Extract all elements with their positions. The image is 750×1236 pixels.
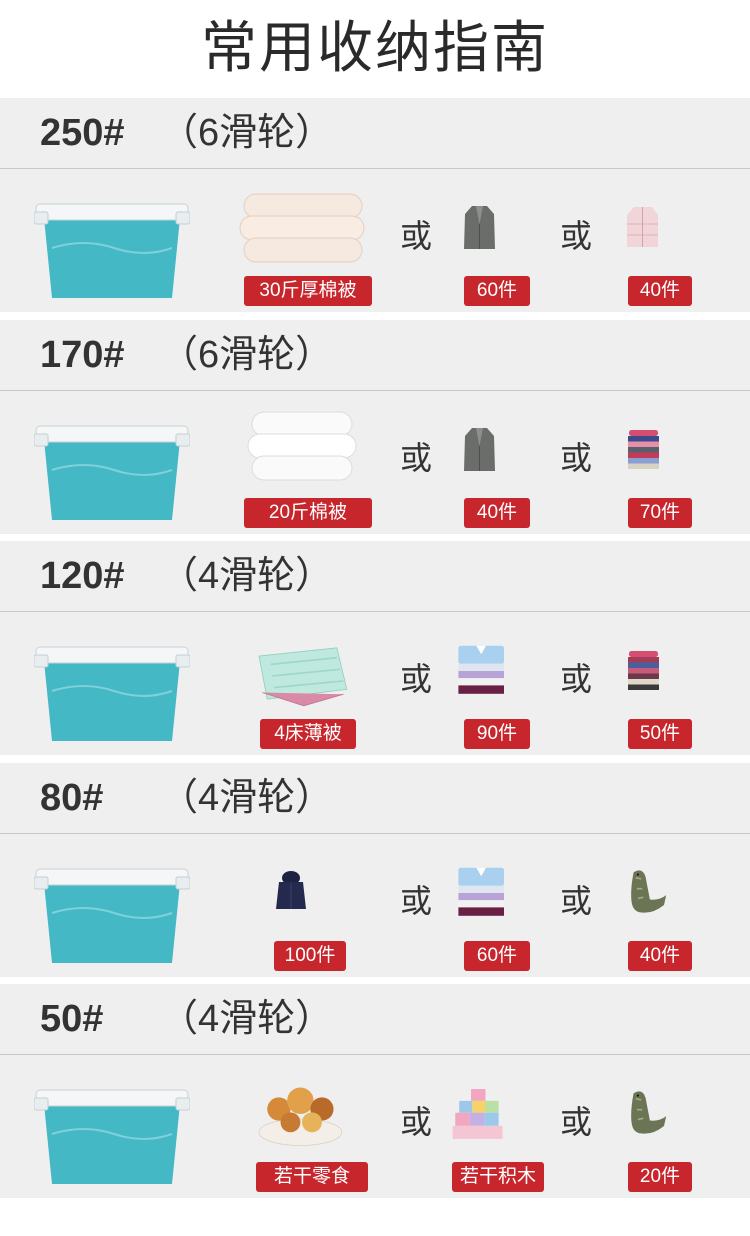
section-header: 120# （4滑轮） — [0, 541, 750, 611]
sweater-stack-icon — [628, 651, 659, 690]
storage-box-icon — [34, 203, 190, 298]
section-divider — [0, 833, 750, 834]
section-divider — [0, 390, 750, 391]
section-250: 250# （6滑轮） 30斤厚棉被 或 60件 或 40件 — [0, 98, 750, 312]
capacity-tag: 70件 — [628, 498, 692, 528]
section-header: 170# （6滑轮） — [0, 320, 750, 390]
dino-toy-icon — [631, 1091, 667, 1134]
section-170: 170# （6滑轮） 20斤棉被 或 40件 或 70件 — [0, 320, 750, 534]
or-label: 或 — [400, 440, 433, 476]
capacity-tag: 40件 — [464, 498, 530, 528]
box-size-label: 250# — [40, 112, 125, 154]
wheels-label: （6滑轮） — [160, 334, 334, 376]
section-header: 250# （6滑轮） — [0, 98, 750, 168]
capacity-tag: 若干零食 — [256, 1162, 368, 1192]
capacity-tag: 100件 — [274, 941, 346, 971]
box-size-label: 120# — [40, 555, 125, 597]
section-divider — [0, 168, 750, 169]
section-divider — [0, 611, 750, 612]
or-label: 或 — [400, 1104, 433, 1140]
section-header: 50# （4滑轮） — [0, 984, 750, 1054]
section-divider — [0, 1054, 750, 1055]
capacity-tag: 若干积木 — [452, 1162, 544, 1192]
storage-box-icon — [34, 425, 190, 520]
page-title: 常用收纳指南 — [201, 16, 549, 79]
capacity-tag: 60件 — [464, 276, 530, 306]
quilt-icon — [239, 193, 365, 263]
section-120: 120# （4滑轮） 4床薄被 或 90件 或 50件 — [0, 541, 750, 755]
or-label: 或 — [400, 218, 433, 254]
capacity-tag: 50件 — [628, 719, 692, 749]
wheels-label: （4滑轮） — [160, 555, 334, 597]
capacity-tag: 4床薄被 — [260, 719, 356, 749]
or-label: 或 — [560, 1104, 593, 1140]
coat-icon — [464, 428, 495, 471]
capacity-tag: 40件 — [628, 276, 692, 306]
or-label: 或 — [400, 661, 433, 697]
shirt-stack-icon — [458, 867, 504, 916]
or-label: 或 — [560, 883, 593, 919]
wheels-label: （4滑轮） — [160, 777, 334, 819]
section-header: 80# （4滑轮） — [0, 763, 750, 833]
wheels-label: （4滑轮） — [160, 998, 334, 1040]
or-label: 或 — [560, 661, 593, 697]
box-size-label: 80# — [40, 777, 104, 819]
wheels-label: （6滑轮） — [160, 112, 334, 154]
capacity-tag: 20件 — [628, 1162, 692, 1192]
box-size-label: 50# — [40, 998, 104, 1040]
storage-box-icon — [34, 646, 190, 741]
section-80: 80# （4滑轮） 100件 或 60件 或 40件 — [0, 763, 750, 977]
capacity-tag: 20斤棉被 — [244, 498, 372, 528]
storage-box-icon — [34, 868, 190, 963]
coat-icon — [464, 206, 495, 249]
or-label: 或 — [560, 440, 593, 476]
capacity-tag: 30斤厚棉被 — [244, 276, 372, 306]
storage-box-icon — [34, 1089, 190, 1184]
down-jacket-icon — [627, 207, 658, 247]
shirt-stack-icon — [458, 645, 504, 694]
sweater-stack-icon — [628, 430, 659, 469]
snacks-icon — [258, 1087, 343, 1146]
quilt-icon — [247, 411, 357, 481]
blocks-icon — [452, 1089, 503, 1139]
kids-jacket-icon — [276, 871, 306, 909]
dino-toy-icon — [631, 870, 667, 913]
capacity-tag: 90件 — [464, 719, 530, 749]
capacity-tag: 40件 — [628, 941, 692, 971]
capacity-tag: 60件 — [464, 941, 530, 971]
or-label: 或 — [400, 883, 433, 919]
section-50: 50# （4滑轮） 若干零食 或 若干积木 或 20件 — [0, 984, 750, 1198]
thin-quilt-icon — [258, 647, 348, 707]
box-size-label: 170# — [40, 334, 125, 376]
or-label: 或 — [560, 218, 593, 254]
